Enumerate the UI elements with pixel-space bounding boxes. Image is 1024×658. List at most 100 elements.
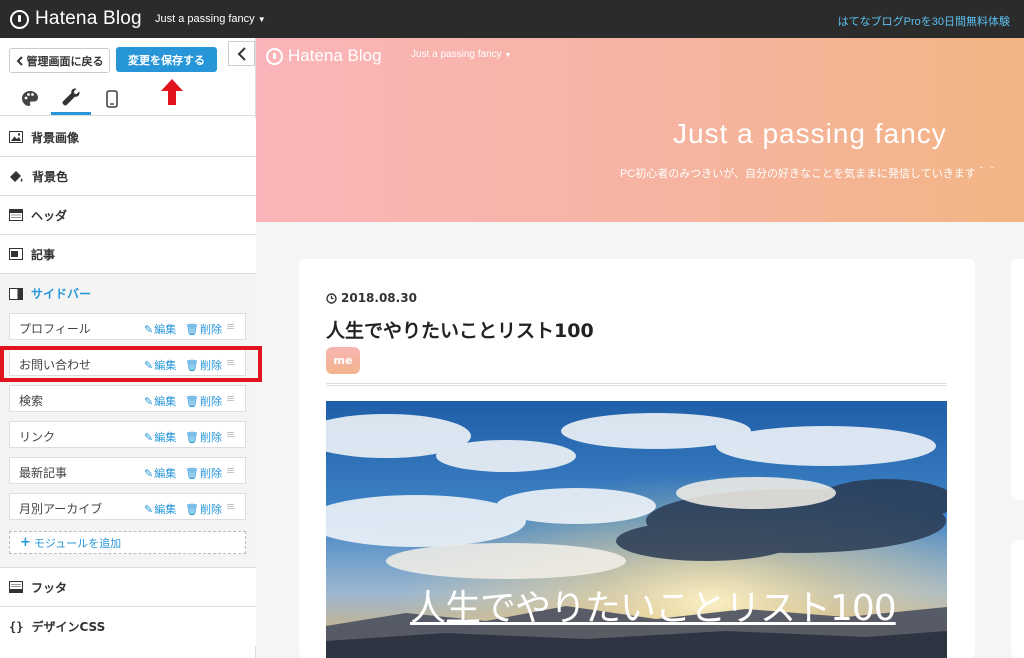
- eyecatch-caption[interactable]: 人生でやりたいことリスト100: [410, 579, 897, 631]
- delete-label: 削除: [199, 467, 222, 480]
- article-title[interactable]: 人生でやりたいことリスト100: [326, 316, 594, 343]
- pencil-icon: ✎: [144, 394, 154, 408]
- edit-module-button[interactable]: ✎ 編集: [144, 429, 176, 445]
- module-recent-posts[interactable]: 最新記事 ✎ 編集 🗑 削除 ≡: [9, 457, 246, 484]
- edit-label: 編集: [154, 395, 177, 408]
- delete-label: 削除: [199, 503, 222, 516]
- tab-smartphone[interactable]: [92, 82, 132, 115]
- blog-header-preview: Hatena Blog Just a passing fancy ▼ Just …: [256, 38, 1024, 222]
- wrench-icon: [62, 88, 80, 106]
- layout-header-icon: [9, 209, 23, 221]
- edit-label: 編集: [154, 503, 177, 516]
- section-design-css[interactable]: {} デザインCSS: [0, 607, 256, 646]
- drag-handle-icon[interactable]: ≡: [226, 500, 235, 513]
- blog-title[interactable]: Just a passing fancy: [673, 118, 947, 150]
- preview-hatena-logo[interactable]: Hatena Blog: [266, 46, 382, 66]
- hatena-logo[interactable]: Hatena Blog: [10, 8, 142, 30]
- delete-module-button[interactable]: 🗑 削除: [185, 465, 222, 481]
- add-module-button[interactable]: + モジュールを追加: [9, 531, 246, 554]
- layout-sidebar-icon: [9, 287, 23, 300]
- section-sidebar[interactable]: サイドバー: [0, 274, 256, 313]
- delete-module-button[interactable]: 🗑 削除: [185, 429, 222, 445]
- blog-selector-label: Just a passing fancy: [155, 13, 255, 25]
- smartphone-icon: [106, 89, 118, 108]
- edit-label: 編集: [154, 323, 177, 336]
- module-name: 月別アーカイブ: [19, 502, 103, 516]
- article-divider: [326, 383, 947, 386]
- back-to-dashboard-button[interactable]: 管理画面に戻る: [9, 48, 110, 73]
- drag-handle-icon[interactable]: ≡: [226, 392, 235, 405]
- section-background-image[interactable]: 背景画像: [0, 118, 256, 157]
- section-background-color[interactable]: 背景色: [0, 157, 256, 196]
- delete-label: 削除: [199, 323, 222, 336]
- edit-label: 編集: [154, 431, 177, 444]
- preview-blog-selector[interactable]: Just a passing fancy ▼: [411, 49, 511, 60]
- collapse-panel-button[interactable]: [228, 41, 255, 66]
- pencil-icon: ✎: [144, 502, 154, 516]
- preview-sidebar-card: [1011, 540, 1024, 658]
- braces-icon: {}: [9, 619, 24, 634]
- hatena-logo-icon: [266, 47, 283, 65]
- delete-module-button[interactable]: 🗑 削除: [185, 321, 222, 337]
- article-date-text: 2018.08.30: [341, 291, 417, 305]
- save-changes-button[interactable]: 変更を保存する: [116, 47, 217, 72]
- paint-bucket-icon: [10, 170, 23, 182]
- pencil-icon: ✎: [144, 322, 154, 336]
- red-highlight-annotation: [0, 346, 262, 382]
- hatena-logo-icon: [10, 9, 29, 29]
- preview-logo-text: Hatena Blog: [288, 46, 382, 65]
- edit-module-button[interactable]: ✎ 編集: [144, 501, 176, 517]
- drag-handle-icon[interactable]: ≡: [226, 464, 235, 477]
- module-monthly-archive[interactable]: 月別アーカイブ ✎ 編集 🗑 削除 ≡: [9, 493, 246, 520]
- section-label: 背景画像: [31, 130, 80, 145]
- preview-sidebar-card: [1011, 259, 1024, 500]
- edit-module-button[interactable]: ✎ 編集: [144, 321, 176, 337]
- trash-icon: 🗑: [185, 322, 199, 336]
- tab-theme[interactable]: [10, 82, 50, 115]
- delete-module-button[interactable]: 🗑 削除: [185, 501, 222, 517]
- module-profile[interactable]: プロフィール ✎ 編集 🗑 削除 ≡: [9, 313, 246, 340]
- palette-icon: [22, 90, 38, 106]
- trash-icon: 🗑: [185, 394, 199, 408]
- article-card: 2018.08.30 人生でやりたいことリスト100 me 人生でやりたいことリ…: [299, 259, 975, 658]
- pencil-icon: ✎: [144, 430, 154, 444]
- tab-customize[interactable]: [51, 82, 91, 115]
- category-badge[interactable]: me: [326, 347, 360, 374]
- module-search[interactable]: 検索 ✎ 編集 🗑 削除 ≡: [9, 385, 246, 412]
- delete-label: 削除: [199, 395, 222, 408]
- blog-selector[interactable]: Just a passing fancy ▼: [155, 13, 266, 25]
- preview-blog-selector-label: Just a passing fancy: [411, 49, 502, 60]
- delete-module-button[interactable]: 🗑 削除: [185, 393, 222, 409]
- module-name: 検索: [19, 394, 44, 408]
- section-label: サイドバー: [31, 287, 92, 301]
- layout-article-icon: [9, 248, 23, 260]
- sidebar-module-list: サイドバー プロフィール ✎ 編集 🗑 削除 ≡ お問い合わせ ✎ 編集 🗑 削除 ≡ …: [0, 274, 256, 568]
- design-tabs: [0, 82, 256, 116]
- add-module-label: モジュールを追加: [33, 536, 122, 550]
- section-header[interactable]: ヘッダ: [0, 196, 256, 235]
- module-name: プロフィール: [19, 322, 91, 336]
- trash-icon: 🗑: [185, 502, 199, 516]
- section-article[interactable]: 記事: [0, 235, 256, 274]
- clock-icon: [326, 292, 337, 304]
- plus-icon: +: [20, 535, 31, 550]
- trash-icon: 🗑: [185, 466, 199, 480]
- edit-module-button[interactable]: ✎ 編集: [144, 465, 176, 481]
- section-footer[interactable]: フッタ: [0, 568, 256, 607]
- section-label: 記事: [31, 247, 56, 262]
- caret-down-icon: ▼: [504, 52, 512, 59]
- module-links[interactable]: リンク ✎ 編集 🗑 削除 ≡: [9, 421, 246, 448]
- chevron-left-icon: [16, 55, 23, 66]
- article-date[interactable]: 2018.08.30: [326, 291, 417, 305]
- trash-icon: 🗑: [185, 430, 199, 444]
- section-label: フッタ: [31, 580, 68, 595]
- edit-module-button[interactable]: ✎ 編集: [144, 393, 176, 409]
- drag-handle-icon[interactable]: ≡: [226, 428, 235, 441]
- section-label: デザインCSS: [31, 620, 106, 634]
- top-bar: Hatena Blog Just a passing fancy ▼ はてなブロ…: [0, 0, 1024, 38]
- section-label: 背景色: [32, 169, 69, 184]
- pro-trial-link[interactable]: はてなブログProを30日間無料体験: [838, 13, 1010, 29]
- drag-handle-icon[interactable]: ≡: [226, 320, 235, 333]
- section-label: ヘッダ: [31, 208, 68, 223]
- logo-text: Hatena Blog: [35, 8, 142, 29]
